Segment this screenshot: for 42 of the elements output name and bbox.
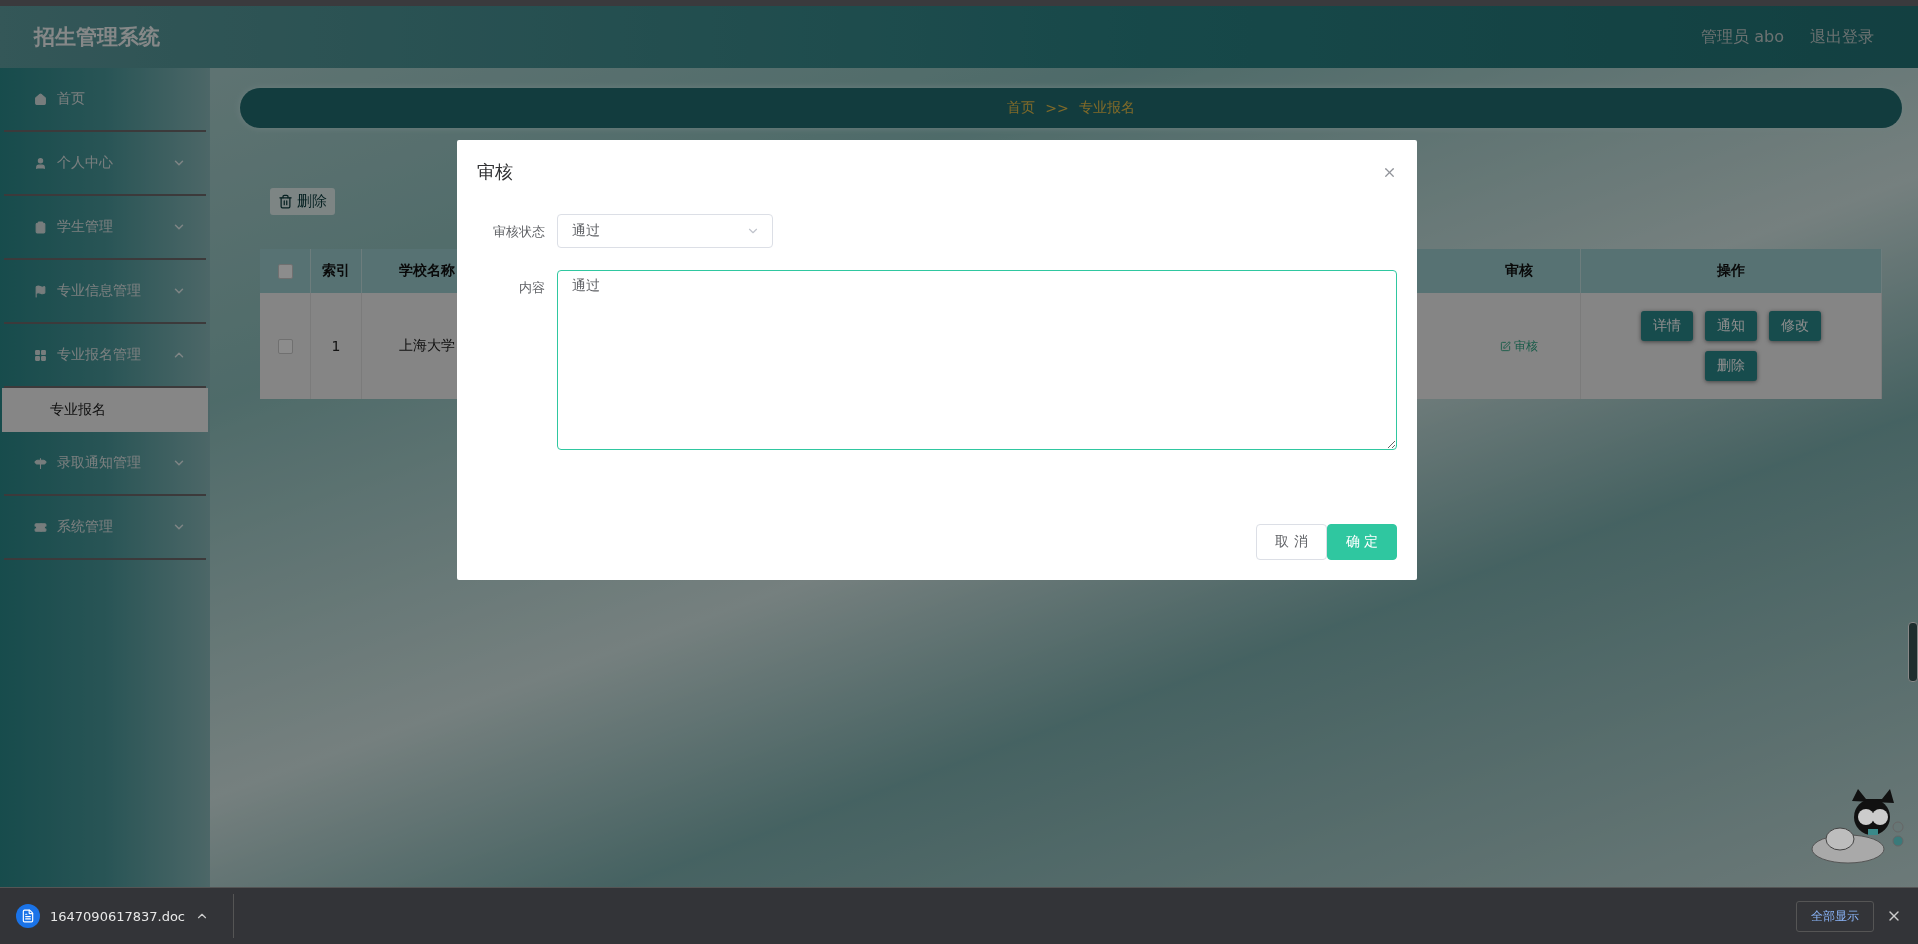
sidebar-item[interactable]: 专业信息管理 xyxy=(4,260,206,324)
download-filename[interactable]: 1647090617837.doc xyxy=(50,908,185,924)
delete-button[interactable]: 删除 xyxy=(270,188,335,215)
action-button[interactable]: 修改 xyxy=(1769,311,1821,341)
content-textarea[interactable]: 通过 xyxy=(557,270,1397,450)
logout-link[interactable]: 退出登录 xyxy=(1810,26,1874,48)
confirm-button[interactable]: 确 定 xyxy=(1326,524,1397,560)
action-button[interactable]: 删除 xyxy=(1705,351,1757,381)
flag-icon xyxy=(34,284,47,298)
sidebar-item[interactable]: 首页 xyxy=(4,68,206,132)
sidebar-item[interactable]: 个人中心 xyxy=(4,132,206,196)
status-select[interactable]: 通过 xyxy=(557,214,773,248)
dialog-title: 审核 xyxy=(477,160,513,184)
sidebar-subitem[interactable]: 专业报名 xyxy=(2,388,208,432)
home-icon xyxy=(34,92,47,106)
action-button[interactable]: 通知 xyxy=(1705,311,1757,341)
pen-icon xyxy=(1499,340,1511,352)
field-label: 内容 xyxy=(518,279,546,297)
sidebar-item[interactable]: 系统管理 xyxy=(4,496,206,560)
user-icon xyxy=(34,156,47,170)
cancel-button[interactable]: 取 消 xyxy=(1256,524,1327,560)
grid-icon xyxy=(34,348,47,362)
ticket-icon xyxy=(34,520,47,534)
field-label: 审核状态 xyxy=(492,223,546,241)
signpost-icon xyxy=(34,456,47,470)
breadcrumb-separator: >> xyxy=(1045,100,1069,116)
table-cell: 1 xyxy=(311,293,362,399)
admin-user-label: 管理员 abo xyxy=(1701,26,1784,48)
select-all-checkbox[interactable] xyxy=(277,263,293,279)
scroll-widget-icon xyxy=(1908,622,1918,682)
trash-icon xyxy=(278,194,293,209)
app-title: 招生管理系统 xyxy=(34,24,160,51)
action-button[interactable]: 详情 xyxy=(1641,311,1693,341)
document-icon xyxy=(16,904,40,928)
breadcrumb-item[interactable]: 首页 xyxy=(1007,99,1036,117)
clipboard-icon xyxy=(34,220,47,234)
review-link[interactable]: 审核 xyxy=(1499,337,1538,355)
show-all-link[interactable]: 全部显示 xyxy=(1796,900,1874,932)
sidebar-item[interactable]: 学生管理 xyxy=(4,196,206,260)
row-checkbox[interactable] xyxy=(277,338,293,354)
breadcrumb-item[interactable]: 专业报名 xyxy=(1078,99,1135,117)
sidebar-item[interactable]: 录取通知管理 xyxy=(4,432,206,496)
